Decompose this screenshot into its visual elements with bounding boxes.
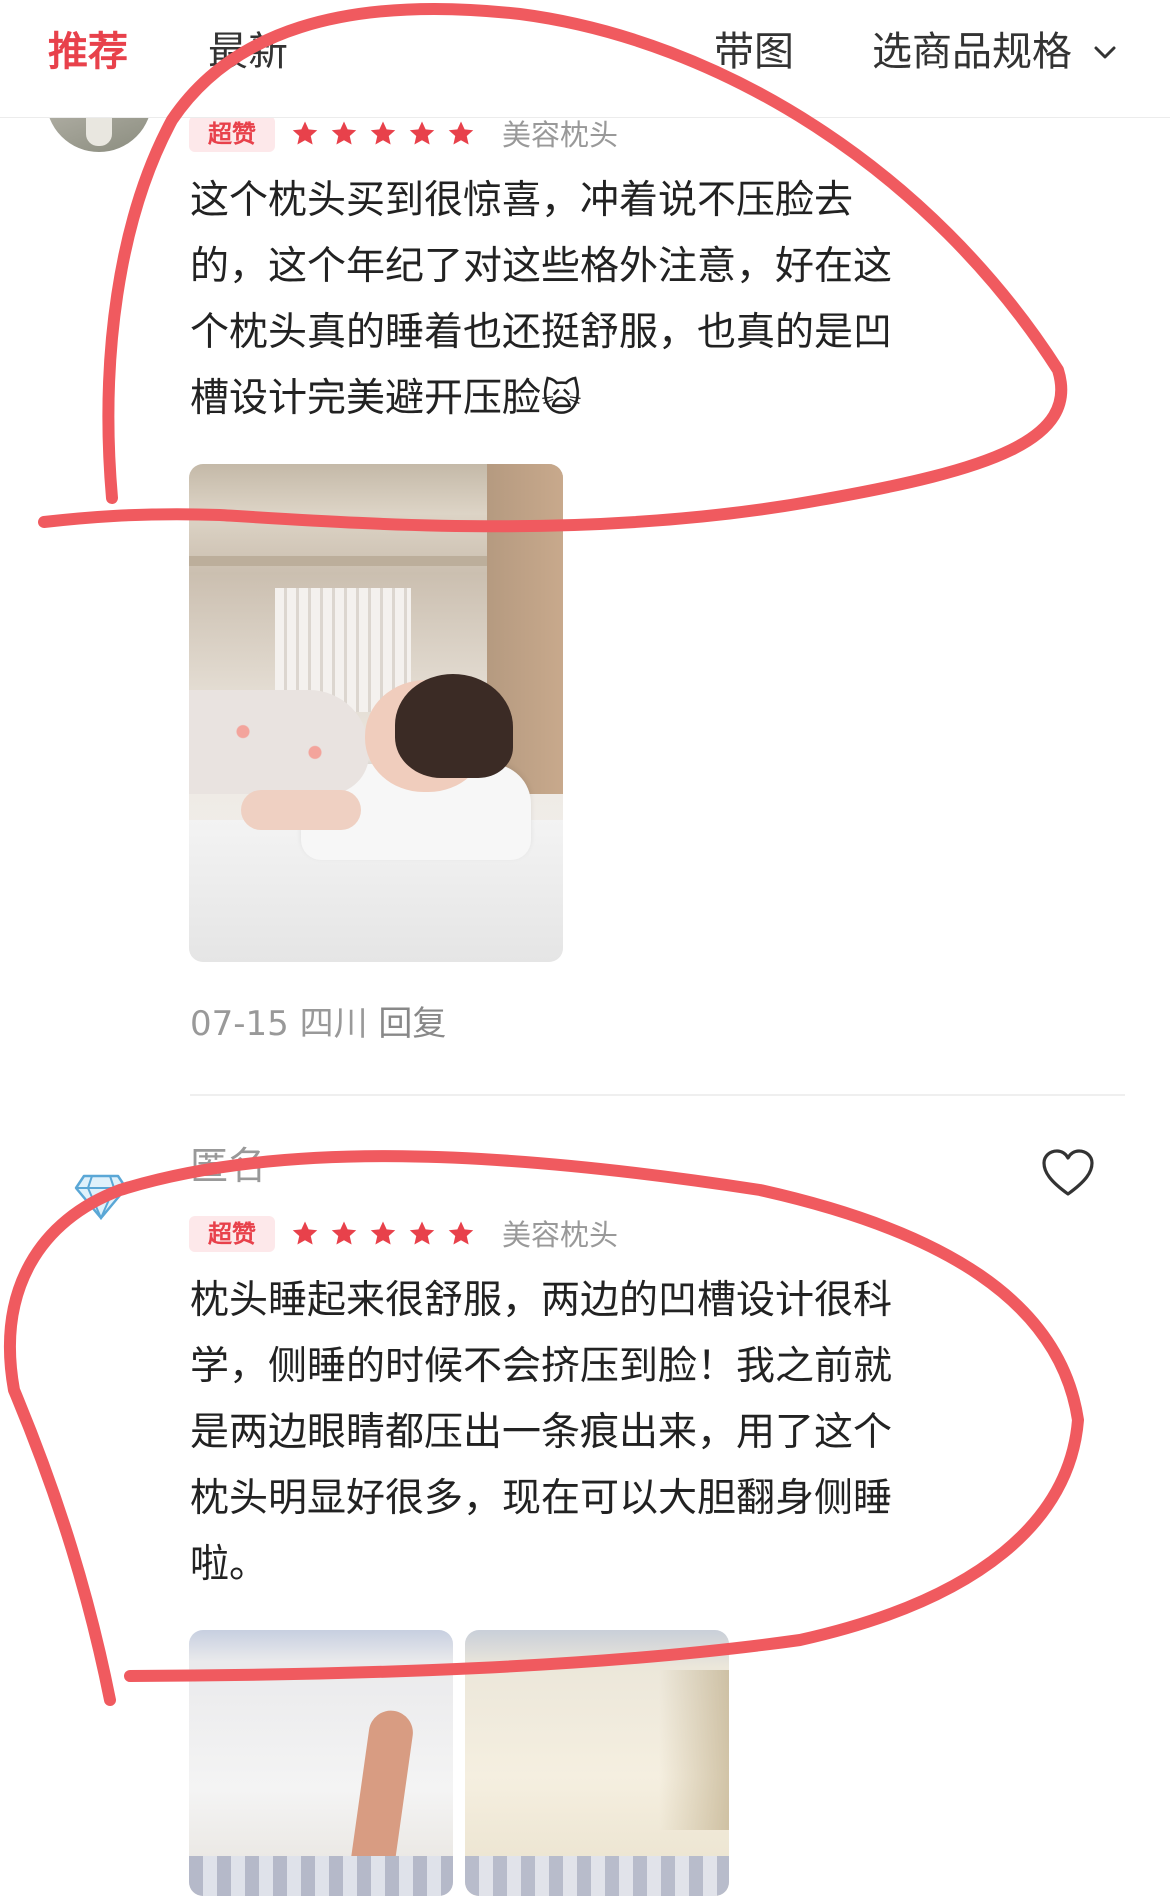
- star-icon: [448, 121, 474, 145]
- tab-latest[interactable]: 最新: [208, 26, 288, 78]
- review-photo[interactable]: [189, 1630, 453, 1896]
- review-date: 07-15: [190, 1004, 289, 1044]
- chevron-down-icon: [1094, 46, 1116, 59]
- star-icon: [292, 1221, 318, 1245]
- select-spec-label: 选商品规格: [872, 29, 1072, 75]
- tab-recommend[interactable]: 推荐: [48, 26, 128, 78]
- divider: [190, 1094, 1125, 1096]
- review-spec: 美容枕头: [502, 118, 619, 152]
- star-icon: [448, 1221, 474, 1245]
- review-meta: 07-15 四川 回复: [190, 1002, 446, 1046]
- reply-button[interactable]: 回复: [378, 1004, 446, 1044]
- star-rating: [290, 1219, 476, 1249]
- star-rating: [290, 119, 476, 149]
- select-spec-dropdown[interactable]: 选商品规格: [872, 26, 1120, 78]
- review-spec: 美容枕头: [502, 1218, 619, 1252]
- review-text: 这个枕头买到很惊喜，冲着说不压脸去的，这个年纪了对这些格外注意，好在这个枕头真的…: [190, 178, 893, 421]
- review-text: 枕头睡起来很舒服，两边的凹槽设计很科学，侧睡的时候不会挤压到脸！我之前就是两边眼…: [190, 1278, 893, 1587]
- tab-with-image[interactable]: 带图: [714, 26, 794, 78]
- review-badge: 超赞: [189, 1216, 275, 1252]
- review-location: 四川: [299, 1004, 368, 1044]
- star-icon: [409, 1221, 435, 1245]
- reviewer-name[interactable]: 匿名: [190, 1142, 266, 1190]
- review-badge: 超赞: [189, 116, 275, 152]
- star-icon: [331, 121, 357, 145]
- star-icon: [331, 1221, 357, 1245]
- star-icon: [409, 121, 435, 145]
- diamond-icon: [74, 1174, 128, 1220]
- heart-icon[interactable]: [1040, 1148, 1096, 1198]
- star-icon: [370, 121, 396, 145]
- review-photo[interactable]: [465, 1630, 729, 1896]
- star-icon: [292, 121, 318, 145]
- star-icon: [370, 1221, 396, 1245]
- review-photo[interactable]: [189, 464, 563, 962]
- filter-bar: 推荐 最新 带图 选商品规格: [0, 0, 1170, 118]
